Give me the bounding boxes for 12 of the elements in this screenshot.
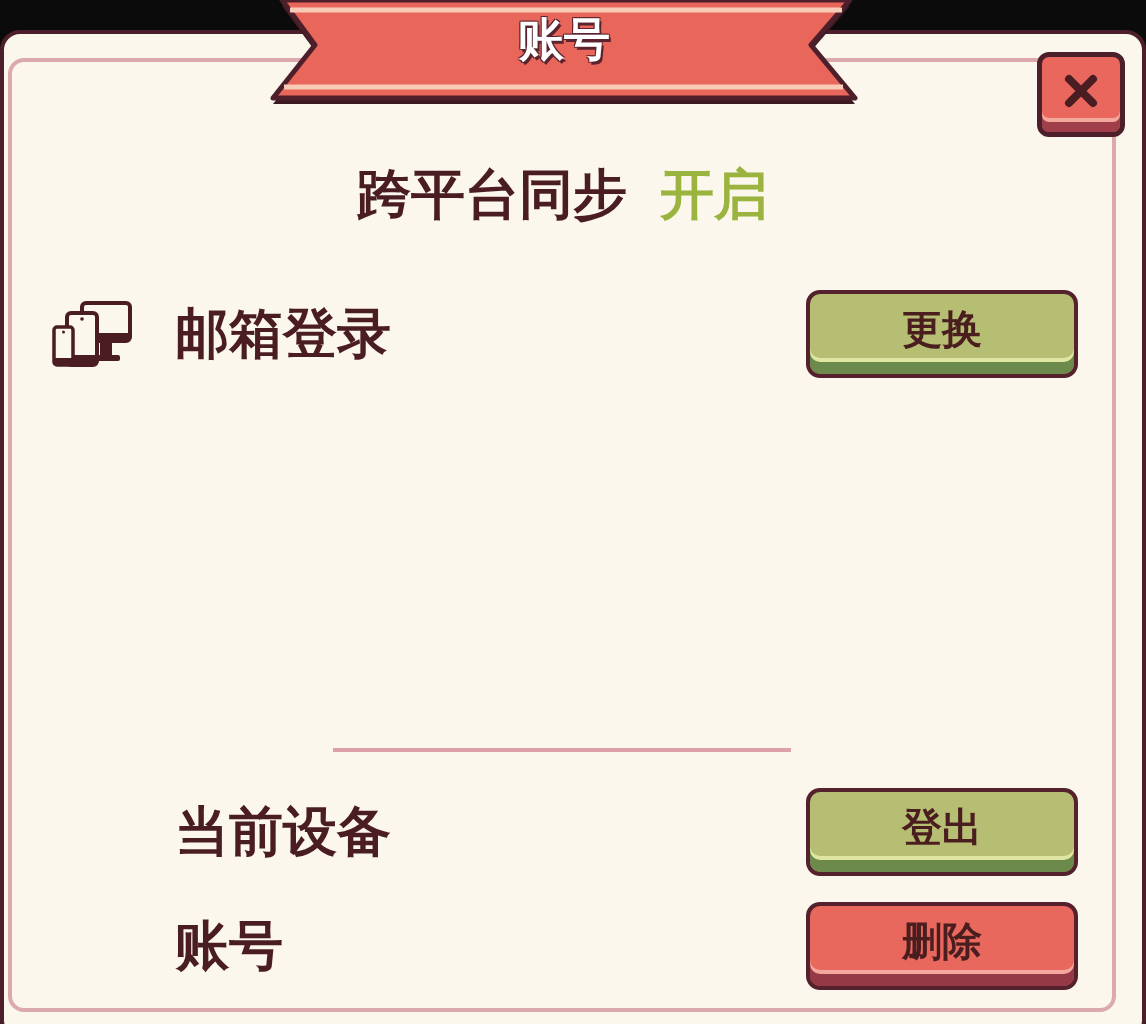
row-label: 账号 (175, 913, 283, 979)
banner-title: 账号 (518, 14, 610, 65)
close-button[interactable] (1037, 52, 1125, 137)
sync-label: 跨平台同步 (356, 162, 627, 227)
delete-button[interactable]: 删除 (806, 902, 1078, 990)
row-label: 当前设备 (175, 799, 391, 865)
login-method-label: 邮箱登录 (175, 301, 391, 367)
close-icon (1064, 73, 1098, 108)
devices-icon (52, 301, 132, 367)
action-button[interactable]: 登出 (806, 788, 1078, 876)
sync-status: 开启 (659, 162, 768, 227)
action-button[interactable]: 更换 (806, 290, 1078, 378)
